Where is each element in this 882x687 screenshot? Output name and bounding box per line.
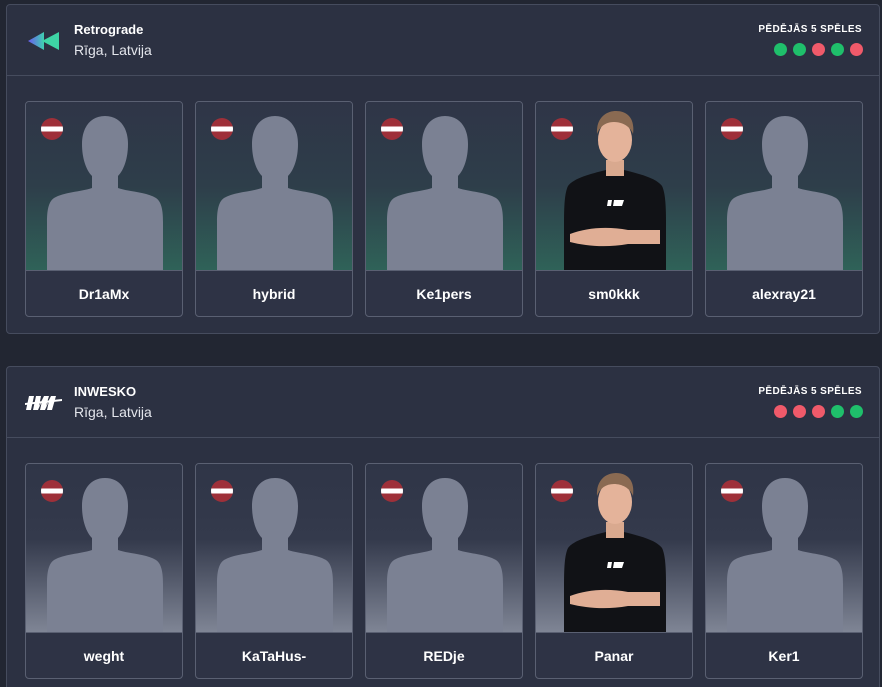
player-photo: [536, 464, 692, 633]
player-list: Dr1aMx hybrid Ke1pers sm0kkk alexray21: [25, 101, 863, 317]
player-name[interactable]: alexray21: [706, 271, 862, 316]
player-silhouette-icon: [366, 464, 522, 633]
win-dot[interactable]: [831, 43, 844, 56]
latvia-flag-icon: [41, 480, 63, 502]
player-card[interactable]: hybrid: [195, 101, 353, 317]
loss-dot[interactable]: [774, 405, 787, 418]
player-silhouette-icon: [366, 102, 522, 271]
player-name[interactable]: Ke1pers: [366, 271, 522, 316]
team-location: Rīga, Latvija: [74, 404, 152, 420]
player-silhouette-icon: [26, 102, 182, 271]
player-name[interactable]: hybrid: [196, 271, 352, 316]
player-silhouette-icon: [706, 102, 862, 271]
win-dot[interactable]: [774, 43, 787, 56]
latvia-flag-icon: [551, 480, 573, 502]
player-name[interactable]: REDje: [366, 633, 522, 678]
team-name[interactable]: Retrograde: [74, 22, 143, 37]
player-card[interactable]: Ker1: [705, 463, 863, 679]
player-card[interactable]: Panar: [535, 463, 693, 679]
player-photo: [536, 102, 692, 271]
player-card[interactable]: Dr1aMx: [25, 101, 183, 317]
player-name[interactable]: weght: [26, 633, 182, 678]
player-name[interactable]: sm0kkk: [536, 271, 692, 316]
latvia-flag-icon: [721, 480, 743, 502]
team-header: Retrograde Rīga, Latvija PĒDĒJĀS 5 SPĒLE…: [7, 5, 879, 76]
player-card[interactable]: REDje: [365, 463, 523, 679]
latvia-flag-icon: [381, 118, 403, 140]
latvia-flag-icon: [721, 118, 743, 140]
loss-dot[interactable]: [812, 43, 825, 56]
last-5-games-label: PĒDĒJĀS 5 SPĒLES: [758, 24, 862, 35]
last-5-games-label: PĒDĒJĀS 5 SPĒLES: [758, 386, 862, 397]
latvia-flag-icon: [211, 480, 233, 502]
player-silhouette-icon: [196, 102, 352, 271]
inwesko-logo-icon[interactable]: [25, 389, 63, 417]
player-card[interactable]: Ke1pers: [365, 101, 523, 317]
loss-dot[interactable]: [850, 43, 863, 56]
player-list: weght KaTaHus- REDje Panar Ker1: [25, 463, 863, 679]
player-name[interactable]: Ker1: [706, 633, 862, 678]
win-dot[interactable]: [850, 405, 863, 418]
player-silhouette-icon: [26, 464, 182, 633]
loss-dot[interactable]: [793, 405, 806, 418]
latvia-flag-icon: [551, 118, 573, 140]
player-silhouette-icon: [706, 464, 862, 633]
team-panel: INWESKO Rīga, Latvija PĒDĒJĀS 5 SPĒLES w…: [6, 366, 880, 687]
player-name[interactable]: KaTaHus-: [196, 633, 352, 678]
player-silhouette-icon: [196, 464, 352, 633]
team-name[interactable]: INWESKO: [74, 384, 136, 399]
last-5-games-results: [774, 43, 863, 56]
player-name[interactable]: Panar: [536, 633, 692, 678]
player-card[interactable]: KaTaHus-: [195, 463, 353, 679]
win-dot[interactable]: [793, 43, 806, 56]
player-name[interactable]: Dr1aMx: [26, 271, 182, 316]
latvia-flag-icon: [211, 118, 233, 140]
team-panel: Retrograde Rīga, Latvija PĒDĒJĀS 5 SPĒLE…: [6, 4, 880, 334]
player-card[interactable]: weght: [25, 463, 183, 679]
team-location: Rīga, Latvija: [74, 42, 152, 58]
win-dot[interactable]: [831, 405, 844, 418]
player-card[interactable]: alexray21: [705, 101, 863, 317]
latvia-flag-icon: [41, 118, 63, 140]
retrograde-logo-icon[interactable]: [25, 27, 63, 55]
player-card[interactable]: sm0kkk: [535, 101, 693, 317]
last-5-games-results: [774, 405, 863, 418]
latvia-flag-icon: [381, 480, 403, 502]
team-header: INWESKO Rīga, Latvija PĒDĒJĀS 5 SPĒLES: [7, 367, 879, 438]
loss-dot[interactable]: [812, 405, 825, 418]
